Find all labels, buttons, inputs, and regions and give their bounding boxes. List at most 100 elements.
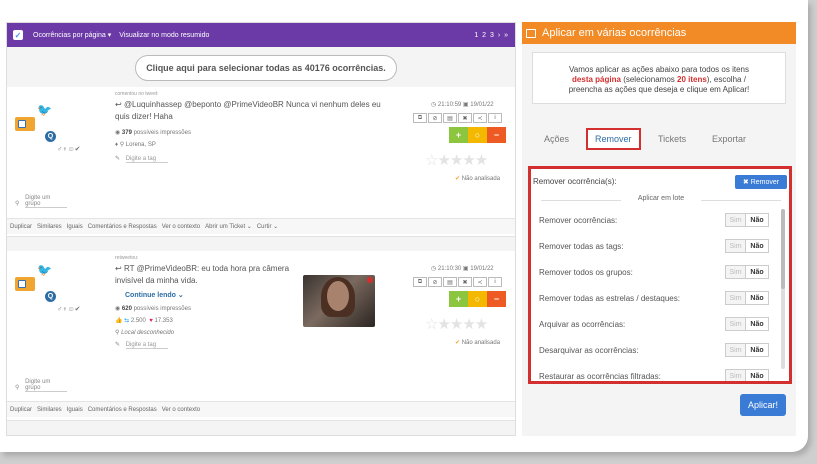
occurrence-checkbox[interactable]: [15, 277, 35, 291]
tag-input[interactable]: Digite a tag: [125, 342, 168, 349]
context-label: retweetou:: [115, 255, 139, 261]
group-row: ⚲ Digite um grupo: [15, 379, 68, 392]
yes-no-toggle[interactable]: Sim Não: [725, 343, 769, 357]
option-row: Arquivar as ocorrências: Sim Não: [539, 317, 771, 333]
tag-row: ✎ Digite a tag: [115, 155, 168, 163]
impressions-label: possíveis impressões: [133, 130, 191, 136]
reply-icon: ↩: [115, 264, 124, 273]
panel-tabs: Ações Remover Tickets Exportar: [522, 128, 796, 154]
negative-button[interactable]: −: [487, 291, 506, 307]
tab-tickets[interactable]: Tickets: [658, 134, 686, 144]
copy-icon[interactable]: ⧉: [413, 113, 427, 123]
date-text: 19/01/22: [470, 266, 494, 272]
select-all-button[interactable]: Clique aqui para selecionar todas as 401…: [135, 55, 397, 81]
comments-action[interactable]: Comentários e Respostas: [88, 407, 157, 413]
archive-icon[interactable]: ▤: [443, 277, 457, 287]
info-line-1: Vamos aplicar as ações abaixo para todos…: [569, 65, 749, 74]
yes-no-toggle[interactable]: Sim Não: [725, 291, 769, 305]
neutral-button[interactable]: ○: [468, 291, 487, 307]
apply-button[interactable]: Aplicar!: [740, 394, 786, 416]
toggle-no[interactable]: Não: [745, 240, 768, 252]
sentiment-buttons: + ○ −: [449, 127, 506, 143]
neutral-button[interactable]: ○: [468, 127, 487, 143]
status-text: Não analisada: [461, 176, 501, 182]
like-action[interactable]: Curtir ⌄: [257, 223, 278, 230]
gender-sentiment-icons[interactable]: ♂♀☺✔: [57, 305, 81, 313]
status-text: Não analisada: [461, 340, 501, 346]
panel-title: Aplicar em várias ocorrências: [542, 27, 687, 39]
ticket-action[interactable]: Abrir um Ticket ⌄: [205, 223, 252, 230]
option-label: Restaurar as ocorrências filtradas:: [539, 372, 661, 381]
toggle-yes[interactable]: Sim: [726, 266, 746, 278]
share-icon[interactable]: ≺: [473, 277, 487, 287]
status: ✔ Não analisada: [455, 176, 501, 182]
toggle-yes[interactable]: Sim: [726, 370, 746, 381]
summary-mode-link[interactable]: Visualizar no modo resumido: [119, 32, 209, 39]
time-text: 21:10:59: [437, 102, 462, 108]
context-action[interactable]: Ver o contexto: [162, 224, 200, 230]
toggle-yes[interactable]: Sim: [726, 240, 746, 252]
block-icon[interactable]: ⊘: [428, 113, 442, 123]
toggle-yes[interactable]: Sim: [726, 292, 746, 304]
info-line-4: preencha as ações que deseja e clique em…: [568, 85, 750, 94]
positive-button[interactable]: +: [449, 127, 468, 143]
yes-no-toggle[interactable]: Sim Não: [725, 213, 769, 227]
tab-exportar[interactable]: Exportar: [712, 134, 746, 144]
info-icon[interactable]: i: [488, 277, 502, 287]
yes-no-toggle[interactable]: Sim Não: [725, 265, 769, 279]
panel-header: Aplicar em várias ocorrências: [522, 22, 796, 44]
context-action[interactable]: Ver o contexto: [162, 407, 200, 413]
toggle-yes[interactable]: Sim: [726, 214, 746, 226]
info-icon[interactable]: i: [488, 113, 502, 123]
toggle-no[interactable]: Não: [745, 214, 768, 226]
card-actions-bar: Duplicar Similares Iguais Comentários e …: [7, 401, 515, 417]
post-image[interactable]: [303, 275, 375, 327]
pagination[interactable]: 1 2 3 › »: [474, 32, 509, 39]
toggle-yes[interactable]: Sim: [726, 318, 746, 330]
block-icon[interactable]: ⊘: [428, 277, 442, 287]
tab-acoes[interactable]: Ações: [544, 134, 569, 144]
tab-remover[interactable]: Remover: [586, 128, 641, 150]
options-scrollbar[interactable]: [781, 209, 785, 369]
similar-action[interactable]: Similares: [37, 407, 62, 413]
yes-no-toggle[interactable]: Sim Não: [725, 369, 769, 381]
select-page-checkbox[interactable]: ✓: [13, 30, 23, 40]
reply-icon: ↩: [115, 100, 124, 109]
equal-action[interactable]: Iguais: [67, 407, 83, 413]
toggle-no[interactable]: Não: [745, 370, 768, 381]
toggle-no[interactable]: Não: [745, 344, 768, 356]
delete-icon[interactable]: ✖: [458, 277, 472, 287]
copy-icon[interactable]: ⧉: [413, 277, 427, 287]
impressions-count: 620: [121, 306, 132, 312]
occurrence-checkbox[interactable]: [15, 117, 35, 131]
toggle-no[interactable]: Não: [745, 292, 768, 304]
remove-button[interactable]: ✖ Remover: [735, 175, 787, 189]
continue-reading-link[interactable]: Continue lendo ⌄: [125, 291, 184, 299]
group-input[interactable]: Digite um grupo: [25, 379, 68, 392]
toggle-no[interactable]: Não: [745, 318, 768, 330]
rating-stars[interactable]: ☆★★★★: [425, 315, 488, 333]
duplicate-action[interactable]: Duplicar: [10, 224, 32, 230]
equal-action[interactable]: Iguais: [67, 224, 83, 230]
retweet-count: 2.500: [130, 318, 146, 324]
yes-no-toggle[interactable]: Sim Não: [725, 317, 769, 331]
copy-icon: [526, 28, 536, 38]
negative-button[interactable]: −: [487, 127, 506, 143]
yes-no-toggle[interactable]: Sim Não: [725, 239, 769, 253]
positive-button[interactable]: +: [449, 291, 468, 307]
archive-icon[interactable]: ▤: [443, 113, 457, 123]
toggle-yes[interactable]: Sim: [726, 344, 746, 356]
toggle-no[interactable]: Não: [745, 266, 768, 278]
delete-icon[interactable]: ✖: [458, 113, 472, 123]
rating-stars[interactable]: ☆★★★★: [425, 151, 488, 169]
group-input[interactable]: Digite um grupo: [25, 195, 68, 208]
per-page-dropdown[interactable]: Ocorrências por página ▾: [33, 31, 111, 39]
share-icon[interactable]: ≺: [473, 113, 487, 123]
impressions: ◉ 379 possíveis impressões: [115, 130, 191, 136]
duplicate-action[interactable]: Duplicar: [10, 407, 32, 413]
tag-input[interactable]: Digite a tag: [125, 156, 168, 163]
comments-action[interactable]: Comentários e Respostas: [88, 224, 157, 230]
gender-sentiment-icons[interactable]: ♂♀☺✔: [57, 145, 81, 153]
option-label: Remover ocorrências:: [539, 216, 618, 225]
similar-action[interactable]: Similares: [37, 224, 62, 230]
